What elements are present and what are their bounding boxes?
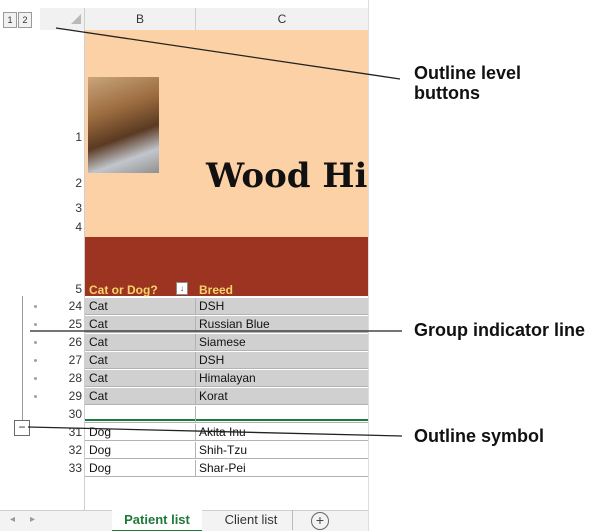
leader-outline-symbol (27, 426, 403, 437)
callout-group-indicator: Group indicator line (414, 320, 586, 340)
callout-outline-level-line1: Outline level (414, 63, 522, 83)
leader-outline-level (55, 27, 401, 80)
callout-outline-level: Outline level buttons (414, 63, 521, 103)
callout-leader-lines (27, 27, 403, 437)
callout-outline-symbol: Outline symbol (414, 426, 545, 446)
callout-outline-level-line2: buttons (414, 83, 480, 103)
